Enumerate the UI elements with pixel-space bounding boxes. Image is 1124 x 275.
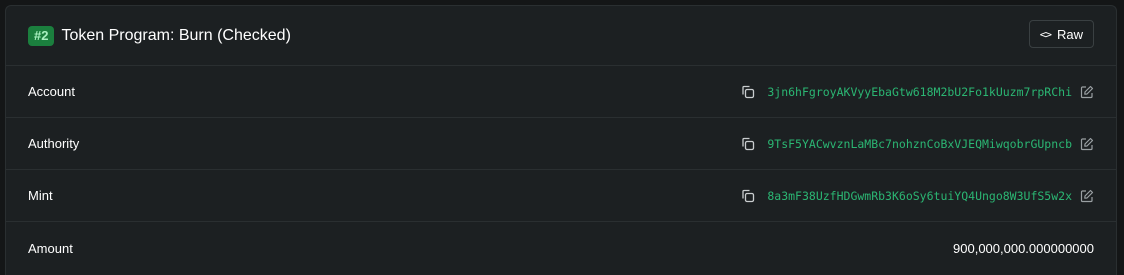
row-amount: Amount 900,000,000.000000000	[6, 222, 1116, 274]
copy-icon[interactable]	[740, 84, 756, 100]
edit-icon[interactable]	[1080, 189, 1094, 203]
amount-value: 900,000,000.000000000	[953, 240, 1094, 256]
raw-button-label: Raw	[1056, 26, 1083, 42]
mint-address-link[interactable]: 8a3mF38UzfHDGwmRb3K6oSy6tuiYQ4Ungo8W3UfS…	[767, 189, 1072, 203]
instruction-card: #2 Token Program: Burn (Checked) <> Raw …	[5, 5, 1117, 275]
row-value: 9TsF5YACwvznLaMBc7nohznCoBxVJEQMiwqobrGU…	[740, 136, 1094, 152]
raw-button[interactable]: <> Raw	[1028, 20, 1094, 48]
copy-icon[interactable]	[740, 188, 756, 204]
row-value: 8a3mF38UzfHDGwmRb3K6oSy6tuiYQ4Ungo8W3UfS…	[740, 188, 1094, 204]
row-label: Authority	[28, 136, 80, 151]
row-label: Account	[28, 84, 75, 99]
row-label: Mint	[28, 188, 53, 203]
row-mint: Mint 8a3mF38UzfHDGwmRb3K6oSy6tuiYQ4Ungo8…	[6, 170, 1116, 222]
row-authority: Authority 9TsF5YACwvznLaMBc7nohznCoBxVJE…	[6, 118, 1116, 170]
edit-icon[interactable]	[1080, 85, 1094, 99]
row-value: 3jn6hFgroyAKVyyEbaGtw618M2bU2Fo1kUuzm7rp…	[740, 84, 1094, 100]
row-account: Account 3jn6hFgroyAKVyyEbaGtw618M2bU2Fo1…	[6, 66, 1116, 118]
account-address-link[interactable]: 3jn6hFgroyAKVyyEbaGtw618M2bU2Fo1kUuzm7rp…	[767, 85, 1072, 99]
edit-icon[interactable]	[1080, 137, 1094, 151]
instruction-index-badge: #2	[28, 25, 55, 46]
copy-icon[interactable]	[740, 136, 756, 152]
authority-address-link[interactable]: 9TsF5YACwvznLaMBc7nohznCoBxVJEQMiwqobrGU…	[767, 137, 1072, 151]
instruction-title: Token Program: Burn (Checked)	[61, 26, 291, 44]
code-icon: <>	[1039, 27, 1052, 41]
card-header: #2 Token Program: Burn (Checked) <> Raw	[6, 6, 1116, 66]
row-label: Amount	[28, 240, 73, 256]
